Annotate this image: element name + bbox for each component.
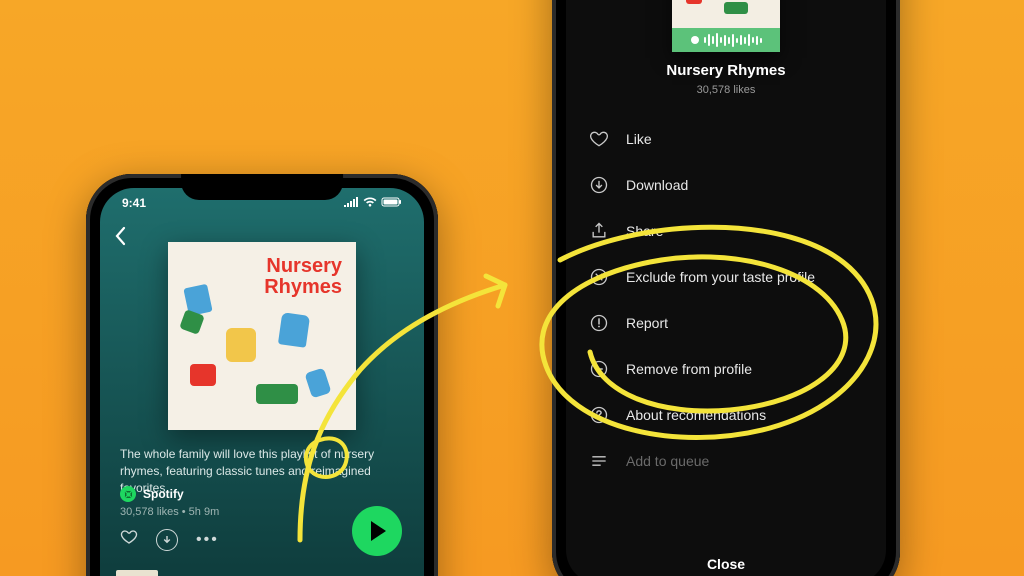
menu-item-report[interactable]: Report [588, 300, 864, 346]
cover-shape [304, 368, 331, 399]
more-button[interactable]: ••• [196, 531, 219, 549]
exclude-icon [588, 266, 610, 288]
playlist-actions: ••• [120, 528, 219, 551]
menu-item-about-recs[interactable]: About recomendations [588, 392, 864, 438]
spotify-code-icon [672, 28, 780, 52]
menu-label: About recomendations [626, 407, 766, 423]
cover-shape [256, 384, 298, 404]
spotify-logo-icon [120, 486, 136, 502]
report-icon [588, 312, 610, 334]
menu-label: Like [626, 131, 652, 147]
like-button[interactable] [120, 528, 138, 551]
mini-cover: NurseryRhymes [672, 0, 780, 52]
menu-label: Add to queue [626, 453, 709, 469]
phone-playlist-view: 9:41 NurseryRhymes [86, 174, 438, 576]
track-thumbnail [116, 570, 158, 576]
remove-icon [588, 358, 610, 380]
screen: 9:41 NurseryRhymes [100, 188, 424, 576]
context-menu: Like Download Share Exclude from your ta… [588, 116, 864, 484]
playlist-cover[interactable]: NurseryRhymes [168, 242, 356, 430]
menu-label: Remove from profile [626, 361, 752, 377]
status-bar: 9:41 [100, 194, 424, 212]
screen: NurseryRhymes Nursery Rhymes 30,578 like… [566, 0, 886, 576]
menu-item-exclude-taste[interactable]: Exclude from your taste profile [588, 254, 864, 300]
menu-playlist-title: Nursery Rhymes [566, 62, 886, 79]
menu-playlist-likes: 30,578 likes [566, 84, 886, 96]
cover-shape [226, 328, 256, 362]
share-icon [588, 220, 610, 242]
menu-label: Share [626, 223, 663, 239]
status-time: 9:41 [122, 196, 146, 210]
menu-item-add-queue[interactable]: Add to queue [588, 438, 864, 484]
playlist-byline[interactable]: Spotify [120, 486, 184, 502]
battery-icon [382, 196, 402, 210]
info-icon [588, 404, 610, 426]
phone-context-menu: NurseryRhymes Nursery Rhymes 30,578 like… [552, 0, 900, 576]
track-row[interactable]: Wheels on the Bus (All Through t… Little… [116, 570, 408, 576]
wifi-icon [363, 196, 377, 210]
play-button[interactable] [352, 506, 402, 556]
playlist-meta: 30,578 likes • 5h 9m [120, 506, 219, 518]
queue-icon [588, 450, 610, 472]
download-button[interactable] [156, 529, 178, 551]
menu-label: Download [626, 177, 688, 193]
heart-icon [588, 128, 610, 150]
back-button[interactable] [114, 226, 128, 252]
menu-item-share[interactable]: Share [588, 208, 864, 254]
cover-shape [190, 364, 216, 386]
menu-item-like[interactable]: Like [588, 116, 864, 162]
cover-shape [278, 312, 310, 348]
close-button[interactable]: Close [566, 556, 886, 572]
menu-item-download[interactable]: Download [588, 162, 864, 208]
stage: 9:41 NurseryRhymes [0, 0, 1024, 576]
menu-label: Report [626, 315, 668, 331]
cover-title: NurseryRhymes [264, 256, 342, 298]
playlist-owner: Spotify [143, 487, 184, 501]
download-icon [588, 174, 610, 196]
signal-icon [344, 196, 358, 210]
menu-label: Exclude from your taste profile [626, 269, 815, 285]
menu-item-remove-profile[interactable]: Remove from profile [588, 346, 864, 392]
